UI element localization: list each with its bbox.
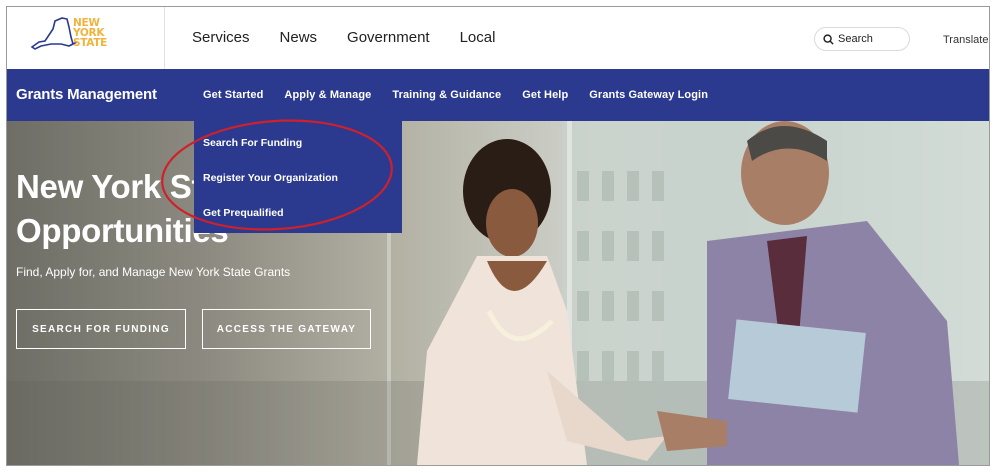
dropdown-item-search-for-funding[interactable]: Search For Funding	[203, 137, 302, 149]
access-the-gateway-button[interactable]: ACCESS THE GATEWAY	[202, 309, 371, 349]
menu-get-help[interactable]: Get Help	[522, 89, 568, 101]
dropdown-item-register-your-organization[interactable]: Register Your Organization	[203, 172, 338, 184]
browser-page: NEW YORK STATE Services News Government …	[6, 6, 990, 466]
nav-government[interactable]: Government	[347, 29, 430, 46]
menu-grants-gateway-login[interactable]: Grants Gateway Login	[589, 89, 708, 101]
search-for-funding-button[interactable]: SEARCH FOR FUNDING	[16, 309, 186, 349]
top-navigation: Services News Government Local	[192, 29, 525, 46]
search-button[interactable]: Search	[814, 27, 910, 51]
site-brand-link[interactable]: Grants Management	[16, 86, 157, 103]
nys-logo-link[interactable]: NEW YORK STATE	[7, 7, 165, 69]
dropdown-item-get-prequalified[interactable]: Get Prequalified	[203, 207, 284, 219]
get-started-dropdown: Search For Funding Register Your Organiz…	[194, 121, 402, 233]
menu-training-guidance[interactable]: Training & Guidance	[392, 89, 501, 101]
menu-apply-manage[interactable]: Apply & Manage	[284, 89, 371, 101]
main-menu: Get Started Apply & Manage Training & Gu…	[203, 89, 729, 101]
menu-get-started[interactable]: Get Started	[203, 89, 263, 101]
hero-banner: New York State Grant Opportunities Find,…	[7, 121, 989, 465]
hero-subtext: Find, Apply for, and Manage New York Sta…	[16, 265, 291, 279]
grants-management-nav: Grants Management Get Started Apply & Ma…	[7, 69, 989, 121]
nav-services[interactable]: Services	[192, 29, 250, 46]
top-header: NEW YORK STATE Services News Government …	[7, 7, 989, 69]
search-icon	[823, 33, 834, 45]
nav-local[interactable]: Local	[460, 29, 496, 46]
new-york-state-map-icon	[30, 17, 78, 50]
search-label: Search	[838, 33, 873, 45]
logo-wordmark: NEW YORK STATE	[73, 17, 108, 49]
nav-news[interactable]: News	[280, 29, 318, 46]
translate-link[interactable]: Translate	[943, 34, 988, 46]
